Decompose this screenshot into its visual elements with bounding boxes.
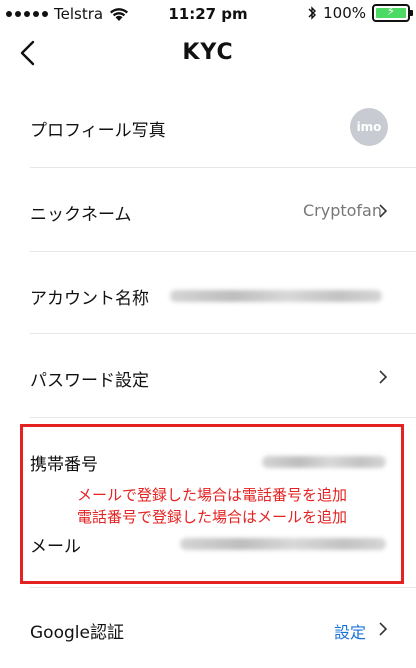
profile-photo-label: プロフィール写真 [30, 121, 166, 141]
avatar[interactable]: imo [350, 108, 388, 146]
bluetooth-icon [308, 6, 317, 20]
google-auth-setup-link[interactable]: 設定 [334, 619, 366, 643]
status-right: 100% ⚡ [307, 4, 413, 22]
nickname-value: Cryptofan [302, 201, 382, 220]
chevron-right-icon [379, 204, 388, 218]
password-row[interactable]: パスワード設定 [30, 334, 416, 418]
nav-bar: KYC [0, 28, 416, 80]
chevron-right-icon [379, 370, 388, 384]
page-title: KYC [182, 40, 234, 65]
annotation-line-1: メールで登録した場合は電話番号を追加 [76, 486, 347, 504]
chevron-right-icon [379, 622, 388, 636]
profile-photo-row[interactable]: プロフィール写真 imo [30, 86, 416, 168]
google-auth-row[interactable]: Google認証 設定 [30, 588, 416, 668]
nickname-row[interactable]: ニックネーム Cryptofan [30, 168, 416, 252]
battery-icon: ⚡ [372, 4, 413, 22]
password-label: パスワード設定 [30, 371, 149, 391]
nickname-label: ニックネーム [30, 205, 132, 225]
battery-percent: 100% [323, 4, 366, 22]
status-bar: Telstra 11:27 pm 100% ⚡ [0, 0, 416, 28]
account-name-blurred-value [170, 290, 382, 302]
account-name-row: アカウント名称 [30, 252, 416, 334]
charging-icon: ⚡ [386, 4, 396, 18]
google-auth-label: Google認証 [30, 623, 124, 643]
account-name-label: アカウント名称 [30, 289, 149, 309]
annotation-line-2: 電話番号で登録した場合はメールを追加 [76, 508, 347, 526]
